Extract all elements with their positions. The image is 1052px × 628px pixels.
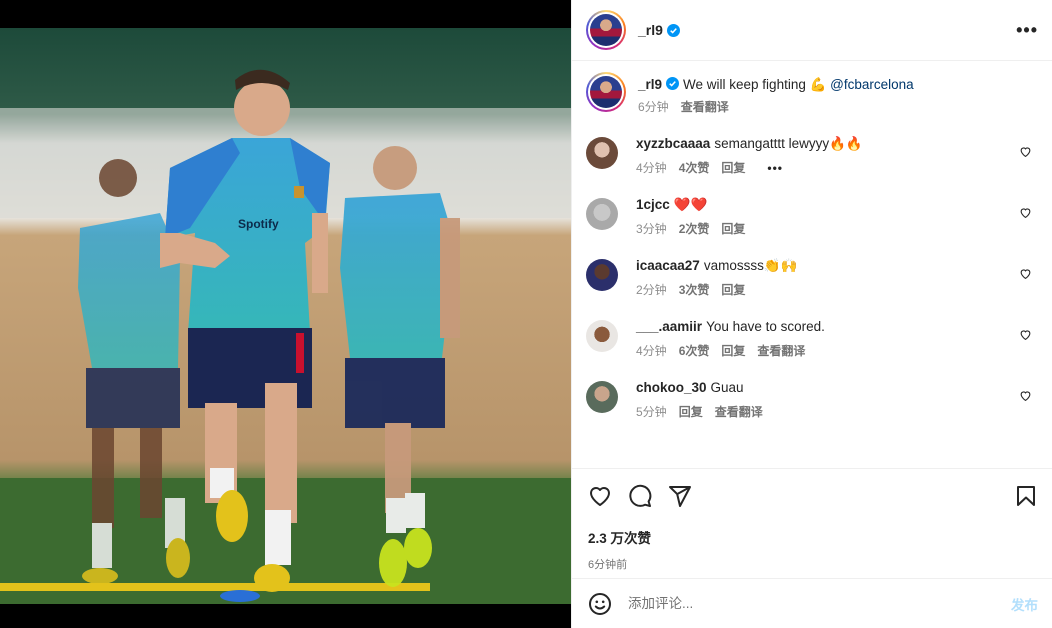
likes-count[interactable]: 2.3 万次赞 xyxy=(588,527,1038,547)
comments-list: _rl9 We will keep fighting 💪 @fcbarcelona… xyxy=(572,62,1052,468)
caption-mention-link[interactable]: @fcbarcelona xyxy=(830,77,914,92)
comment-item: chokoo_30 Guau 5分钟 回复 查看翻译 xyxy=(586,379,1038,420)
comment-more-button[interactable]: ••• xyxy=(767,161,783,175)
comment-item: 1cjcc ❤️❤️ 3分钟 2次赞 回复 xyxy=(586,196,1038,237)
add-comment-bar: 发布 xyxy=(572,578,1052,628)
see-translation-button[interactable]: 查看翻译 xyxy=(757,342,805,359)
post-actions: 2.3 万次赞 6分钟前 xyxy=(572,468,1052,572)
comment-likes[interactable]: 4次赞 xyxy=(679,159,710,176)
comment-text: ❤️❤️ xyxy=(673,197,708,212)
commenter-avatar[interactable] xyxy=(586,320,618,352)
emoji-smiley-icon[interactable] xyxy=(588,592,612,616)
comment-time: 5分钟 xyxy=(636,405,667,419)
author-avatar[interactable] xyxy=(586,10,626,50)
comment-likes[interactable]: 3次赞 xyxy=(679,281,710,298)
reply-button[interactable]: 回复 xyxy=(721,342,745,359)
post-modal: Spotify _rl9 ••• _rl9 We will keep fight… xyxy=(0,0,1052,628)
commenter-username[interactable]: chokoo_30 xyxy=(636,380,707,395)
reply-button[interactable]: 回复 xyxy=(721,281,745,298)
reply-button[interactable]: 回复 xyxy=(721,220,745,237)
like-comment-heart-icon[interactable] xyxy=(1019,206,1032,219)
comment-bubble-icon[interactable] xyxy=(628,484,652,508)
comment-item: icaacaa27 vamossss👏🙌 2分钟 3次赞 回复 xyxy=(586,257,1038,298)
caption-username[interactable]: _rl9 xyxy=(638,77,662,92)
verified-badge-icon xyxy=(666,77,680,90)
posted-time: 6分钟前 xyxy=(588,559,628,571)
reply-button[interactable]: 回复 xyxy=(721,159,745,176)
comment-likes[interactable]: 2次赞 xyxy=(679,220,710,237)
see-translation-button[interactable]: 查看翻译 xyxy=(715,403,763,420)
like-comment-heart-icon[interactable] xyxy=(1019,267,1032,280)
svg-text:Spotify: Spotify xyxy=(238,217,279,231)
post-media: Spotify xyxy=(0,0,571,628)
comment-time: 4分钟 xyxy=(636,344,667,358)
action-icons-bar xyxy=(588,483,1038,509)
commenter-avatar[interactable] xyxy=(586,198,618,230)
see-translation-button[interactable]: 查看翻译 xyxy=(681,98,729,115)
author-username[interactable]: _rl9 xyxy=(638,22,663,38)
commenter-avatar[interactable] xyxy=(586,137,618,169)
save-bookmark-icon[interactable] xyxy=(1014,484,1038,508)
commenter-username[interactable]: ___.aamiir xyxy=(636,319,702,334)
comment-item: xyzzbcaaaa semangatttt lewyyy🔥🔥 4分钟 4次赞 回… xyxy=(586,135,1038,176)
caption-text: We will keep fighting 💪 xyxy=(683,77,827,92)
comment-likes[interactable]: 6次赞 xyxy=(679,342,710,359)
like-comment-heart-icon[interactable] xyxy=(1019,145,1032,158)
reply-button[interactable]: 回复 xyxy=(679,403,703,420)
commenter-avatar[interactable] xyxy=(586,381,618,413)
post-header: _rl9 ••• xyxy=(572,0,1052,61)
comment-text: semangatttt lewyyy🔥🔥 xyxy=(714,136,863,151)
post-comment-button[interactable]: 发布 xyxy=(1011,594,1038,614)
caption-avatar[interactable] xyxy=(586,72,626,112)
commenter-avatar[interactable] xyxy=(586,259,618,291)
like-comment-heart-icon[interactable] xyxy=(1019,328,1032,341)
post-caption: _rl9 We will keep fighting 💪 @fcbarcelona… xyxy=(586,72,1038,115)
add-comment-input[interactable] xyxy=(628,596,1011,611)
commenter-username[interactable]: 1cjcc xyxy=(636,197,670,212)
share-send-icon[interactable] xyxy=(668,484,692,508)
training-photo: Spotify xyxy=(0,28,571,604)
commenter-username[interactable]: xyzzbcaaaa xyxy=(636,136,710,151)
comment-text: Guau xyxy=(710,380,744,395)
comment-item: ___.aamiir You have to scored. 4分钟 6次赞 回复… xyxy=(586,318,1038,359)
comment-text: vamossss👏🙌 xyxy=(703,258,798,273)
like-comment-heart-icon[interactable] xyxy=(1019,389,1032,402)
comment-time: 3分钟 xyxy=(636,222,667,236)
commenter-username[interactable]: icaacaa27 xyxy=(636,258,700,273)
like-heart-icon[interactable] xyxy=(588,484,612,508)
post-side-panel: _rl9 ••• _rl9 We will keep fighting 💪 @fc… xyxy=(571,0,1052,628)
more-options-button[interactable]: ••• xyxy=(1016,20,1038,41)
comment-time: 2分钟 xyxy=(636,283,667,297)
caption-time: 6分钟 xyxy=(638,100,669,114)
comment-text: You have to scored. xyxy=(706,319,825,334)
verified-badge-icon xyxy=(666,23,680,37)
post-photo[interactable]: Spotify xyxy=(0,28,571,604)
comment-time: 4分钟 xyxy=(636,161,667,175)
